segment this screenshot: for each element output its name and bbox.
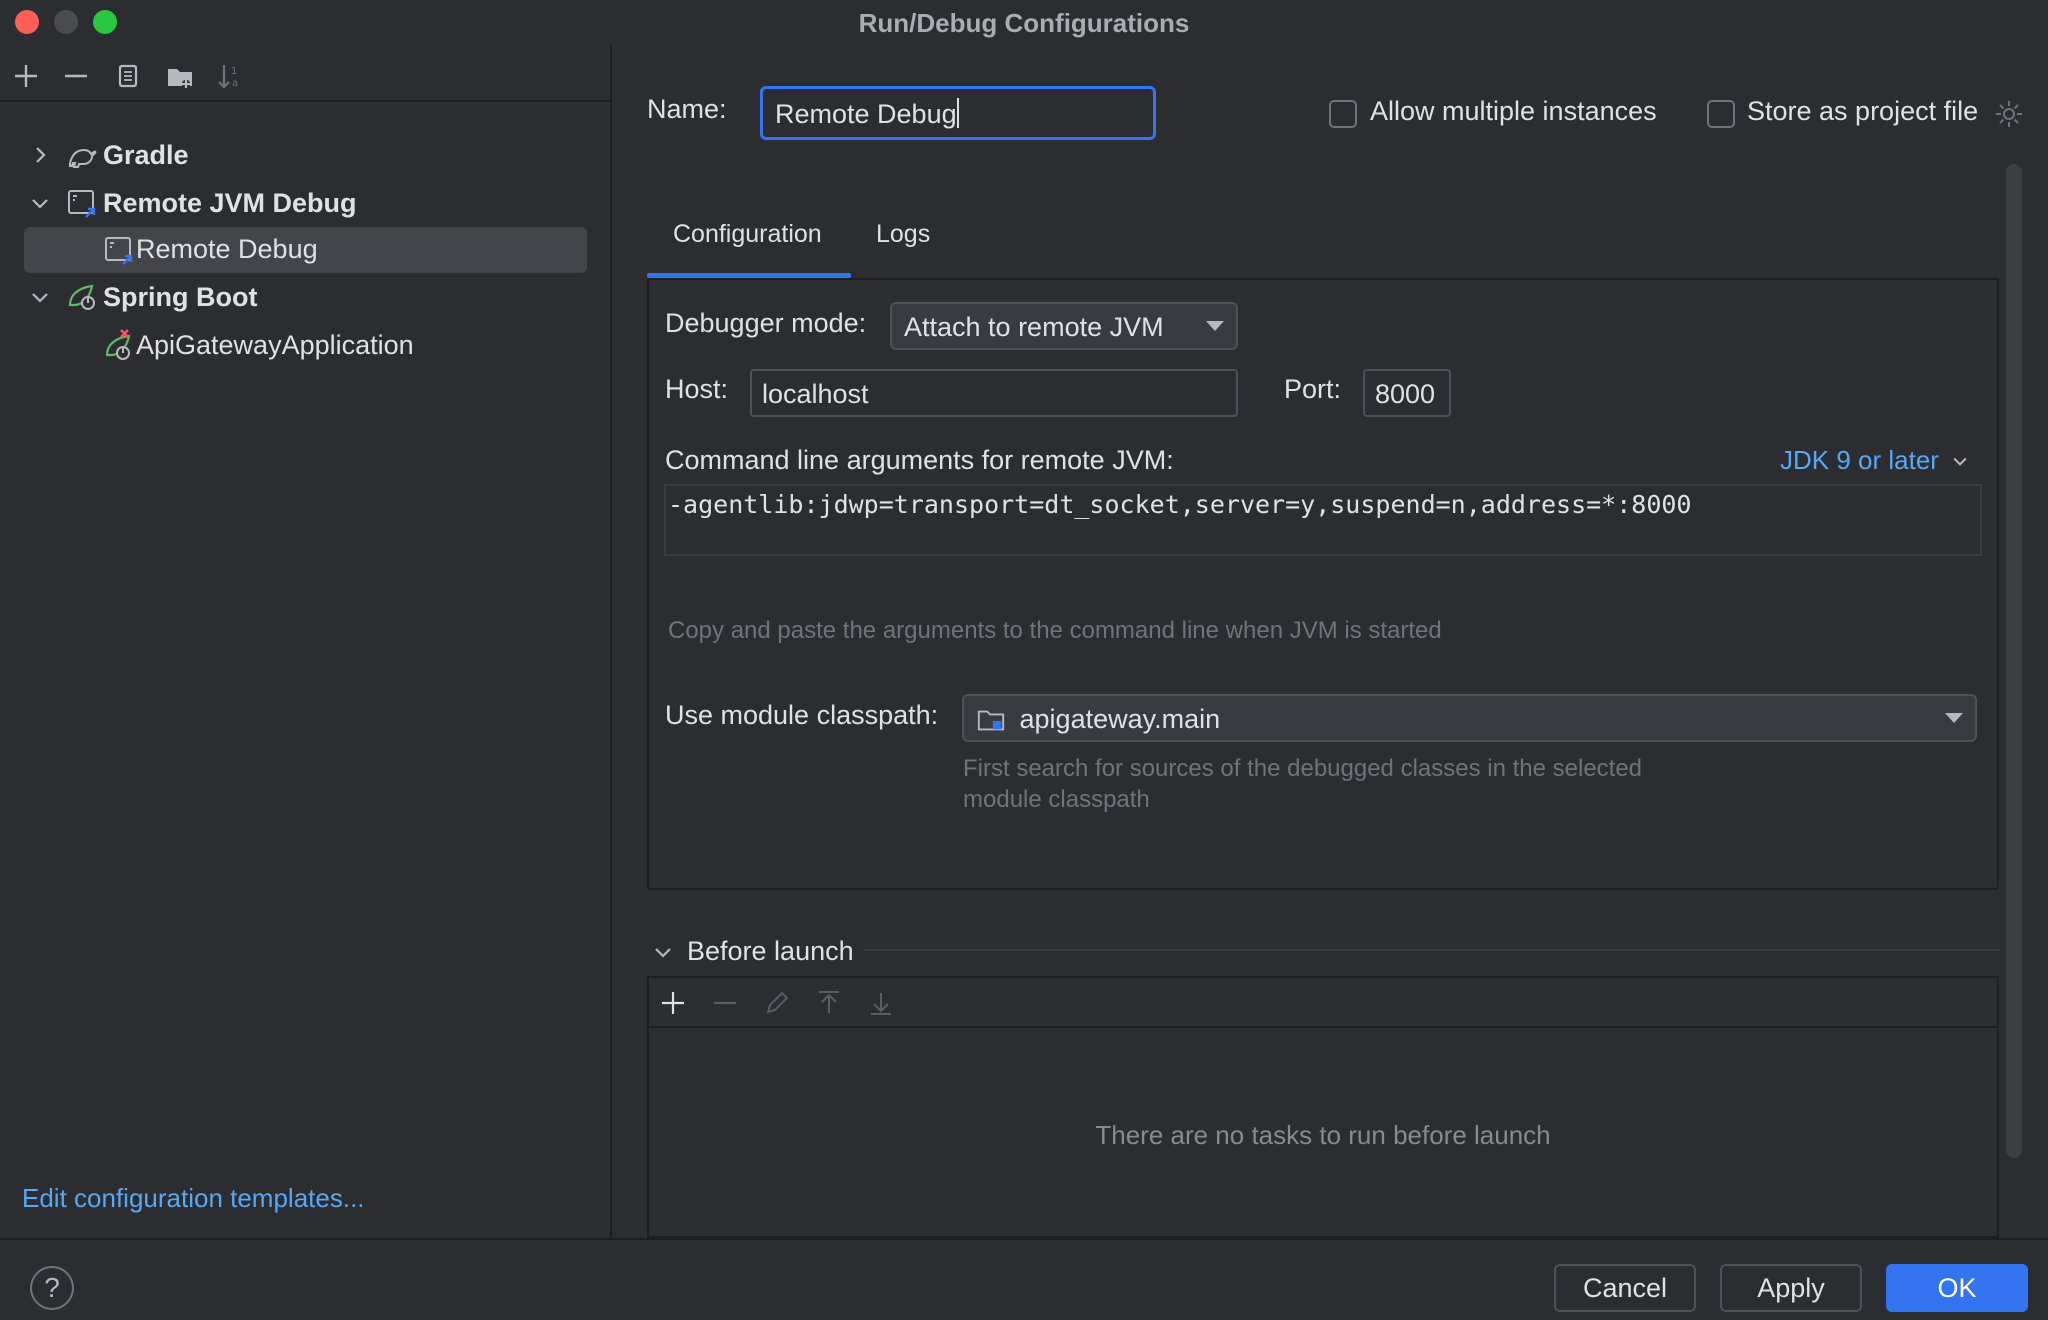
dropdown-arrow-icon [1945, 713, 1963, 723]
command-line-arguments-field[interactable]: -agentlib:jdwp=transport=dt_socket,serve… [664, 484, 1982, 556]
spring-boot-icon [66, 281, 98, 313]
chevron-down-icon[interactable] [28, 285, 52, 309]
help-button[interactable]: ? [30, 1266, 74, 1310]
tree-item-label: Remote JVM Debug [103, 187, 357, 218]
edit-icon[interactable] [763, 989, 791, 1017]
gradle-icon [66, 139, 98, 171]
move-up-icon[interactable] [815, 989, 843, 1017]
debugger-mode-dropdown[interactable]: Attach to remote JVM [890, 302, 1238, 350]
configuration-tree-panel: 1a Gradle Remote JVM Debug Remote Debug [0, 44, 612, 1238]
svg-text:a: a [232, 78, 238, 89]
new-folder-icon[interactable] [164, 60, 196, 92]
tree-item-remote-debug[interactable]: Remote Debug [0, 227, 610, 273]
remove-icon[interactable] [60, 60, 92, 92]
spring-boot-error-icon [103, 329, 135, 361]
edit-configuration-templates-link[interactable]: Edit configuration templates... [22, 1183, 365, 1214]
tree-toolbar: 1a [0, 54, 610, 98]
before-launch-empty-message: There are no tasks to run before launch [1095, 1120, 1551, 1150]
module-folder-icon [977, 710, 1005, 731]
jdk-version-label: JDK 9 or later [1780, 445, 1939, 475]
name-input-value: Remote Debug [775, 99, 957, 129]
chevron-down-icon [1953, 457, 1967, 466]
tree-item-gradle[interactable]: Gradle [0, 133, 610, 177]
chevron-right-icon[interactable] [28, 143, 52, 167]
tab-configuration[interactable]: Configuration [673, 220, 822, 249]
before-launch-toolbar [649, 978, 1997, 1028]
before-launch-toggle[interactable]: Before launch [651, 934, 871, 970]
move-down-icon[interactable] [867, 989, 895, 1017]
port-label: Port: [1284, 374, 1342, 404]
add-icon[interactable] [10, 60, 42, 92]
tree-item-label: ApiGatewayApplication [136, 329, 414, 360]
text-caret [956, 98, 959, 128]
host-input[interactable]: localhost [750, 369, 1238, 417]
toolbar-divider [0, 100, 610, 102]
chevron-down-icon [655, 948, 671, 958]
debugger-mode-label: Debugger mode: [665, 308, 867, 338]
tree-item-remote-jvm-debug[interactable]: Remote JVM Debug [0, 181, 610, 225]
cancel-button[interactable]: Cancel [1554, 1264, 1696, 1312]
apply-button[interactable]: Apply [1720, 1264, 1862, 1312]
remove-icon[interactable] [711, 989, 739, 1017]
title-bar: Run/Debug Configurations [0, 0, 2048, 44]
remote-debug-icon [66, 187, 98, 219]
allow-multiple-instances-checkbox[interactable] [1329, 100, 1357, 128]
command-line-arguments-label: Command line arguments for remote JVM: [665, 445, 1174, 475]
copy-icon[interactable] [112, 60, 144, 92]
window-title: Run/Debug Configurations [858, 8, 1190, 38]
module-classpath-value: apigateway.main [1019, 704, 1221, 734]
tree-item-label: Spring Boot [103, 281, 258, 312]
remote-debug-icon [103, 234, 135, 266]
module-classpath-label: Use module classpath: [665, 700, 939, 730]
store-as-project-file-label[interactable]: Store as project file [1747, 96, 1978, 127]
add-icon[interactable] [659, 989, 687, 1017]
dialog-button-bar: ? Cancel Apply OK [0, 1238, 2048, 1320]
store-as-project-file-checkbox[interactable] [1707, 100, 1735, 128]
svg-text:1: 1 [231, 66, 237, 77]
sort-icon[interactable]: 1a [214, 60, 246, 92]
tree-item-spring-boot[interactable]: Spring Boot [0, 275, 610, 319]
vertical-scrollbar[interactable] [2006, 164, 2022, 1158]
module-classpath-hint-line: First search for sources of the debugged… [963, 755, 1643, 782]
host-label: Host: [665, 374, 729, 404]
command-line-arguments-hint: Copy and paste the arguments to the comm… [668, 617, 1442, 644]
configuration-editor-panel: Name: Remote Debug Allow multiple instan… [614, 44, 2048, 1238]
jdk-version-dropdown[interactable]: JDK 9 or later [1780, 445, 1970, 476]
ok-button[interactable]: OK [1886, 1264, 2028, 1312]
module-classpath-hint-line: module classpath [963, 786, 1150, 813]
before-launch-panel: There are no tasks to run before launch [647, 976, 1999, 1238]
allow-multiple-instances-label[interactable]: Allow multiple instances [1370, 96, 1657, 127]
chevron-down-icon[interactable] [28, 191, 52, 215]
gear-icon[interactable] [1993, 98, 2025, 130]
module-classpath-hint: First search for sources of the debugged… [963, 753, 1642, 815]
tree-item-label: Gradle [103, 139, 189, 170]
debugger-mode-value: Attach to remote JVM [904, 312, 1164, 342]
dropdown-arrow-icon [1206, 321, 1224, 331]
section-divider [864, 949, 2000, 951]
name-label: Name: [647, 94, 727, 124]
name-input[interactable]: Remote Debug [760, 86, 1156, 140]
tree-item-api-gateway-application[interactable]: ApiGatewayApplication [0, 323, 610, 367]
tree-item-label: Remote Debug [136, 233, 318, 264]
module-classpath-dropdown[interactable]: apigateway.main [962, 694, 1977, 742]
port-input[interactable]: 8000 [1363, 369, 1451, 417]
tab-logs[interactable]: Logs [876, 220, 930, 249]
before-launch-title: Before launch [687, 936, 854, 966]
